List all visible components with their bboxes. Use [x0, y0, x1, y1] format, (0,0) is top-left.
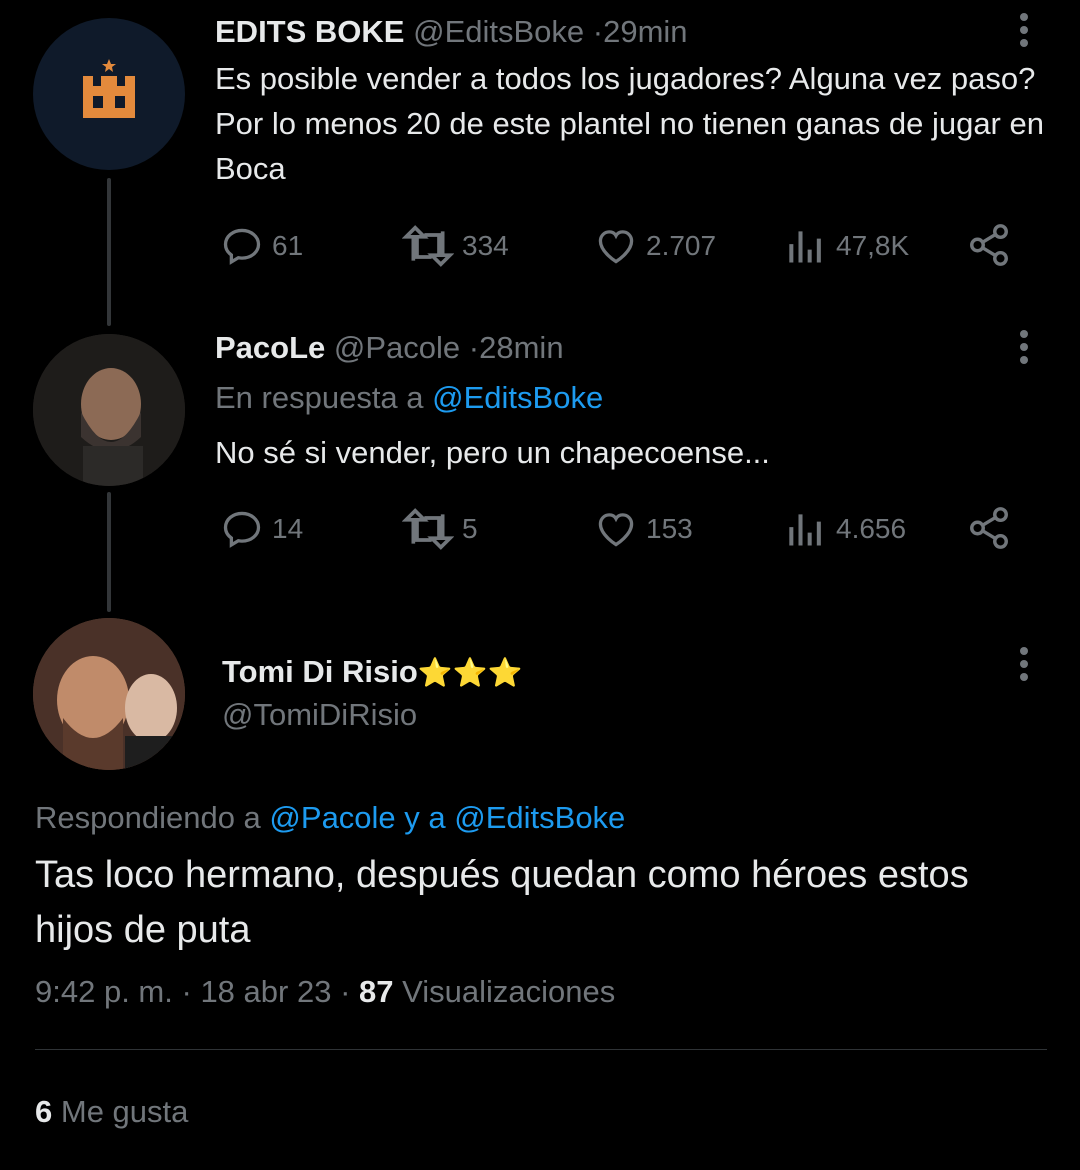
- tomidirisio-photo-icon: [33, 618, 185, 770]
- main-tweet-likes-label: Me gusta: [60, 1094, 189, 1129]
- tweet-1-header: EDITS BOKE @EditsBoke ·29min: [215, 14, 688, 50]
- tweet-2-reply-context: En respuesta a @EditsBoke: [215, 380, 603, 416]
- stats-divider: [35, 1049, 1047, 1050]
- main-tweet-views-count: 87: [359, 974, 394, 1009]
- tweet-1-time[interactable]: 29min: [603, 14, 687, 49]
- views-bar-chart-icon: [789, 514, 821, 546]
- thread-line-2: [107, 492, 111, 612]
- tweet-1-retweet-button[interactable]: 334: [402, 224, 509, 268]
- tweet-1-share-button[interactable]: [966, 222, 1020, 268]
- tweet-2-more-icon[interactable]: [1018, 330, 1030, 369]
- main-tweet-time[interactable]: 9:42 p. m.: [35, 974, 173, 1009]
- tweet-2-sep: ·: [468, 330, 480, 365]
- tweet-1-more-icon[interactable]: [1018, 13, 1030, 52]
- tweet-1-view-count: 47,8K: [836, 230, 910, 261]
- main-tweet-date[interactable]: 18 abr 23: [200, 974, 331, 1009]
- tweet-2-retweet-count: 5: [462, 513, 478, 544]
- tweet-2-handle[interactable]: @Pacole: [334, 330, 460, 365]
- main-tweet-reply-prefix: Respondiendo a: [35, 800, 261, 835]
- boca-castle-logo-icon: [83, 59, 135, 118]
- main-tweet-sep-1: ·: [181, 974, 192, 1009]
- main-tweet-meta: 9:42 p. m. · 18 abr 23 · 87 Visualizacio…: [35, 974, 615, 1010]
- tweet-1-reply-count: 61: [272, 230, 304, 261]
- main-tweet-text: Tas loco hermano, después quedan como hé…: [35, 854, 969, 951]
- heart-icon: [598, 513, 634, 547]
- thread-line-1: [107, 178, 111, 326]
- main-tweet-author-name[interactable]: Tomi Di Risio: [222, 654, 418, 689]
- avatar-editsboke[interactable]: [33, 18, 185, 170]
- main-tweet-reply-mentions[interactable]: @Pacole y a @EditsBoke: [269, 800, 625, 835]
- retweet-icon: [402, 225, 454, 267]
- main-tweet-views-label[interactable]: Visualizaciones: [402, 974, 615, 1009]
- main-tweet-author: Tomi Di Risio⭐⭐⭐: [222, 654, 522, 690]
- tweet-2-reply-count: 14: [272, 513, 304, 544]
- tweet-2-time[interactable]: 28min: [479, 330, 563, 365]
- tweet-2-view-count: 4.656: [836, 513, 907, 544]
- reply-icon: [223, 228, 261, 265]
- retweet-icon: [402, 508, 454, 550]
- avatar-pacole[interactable]: [33, 334, 185, 486]
- tweet-1-like-count: 2.707: [646, 230, 717, 261]
- tweet-2-views-button[interactable]: 4.656: [784, 507, 906, 551]
- reply-icon: [223, 511, 261, 548]
- tweet-1-views-button[interactable]: 47,8K: [784, 224, 909, 268]
- tweet-1-like-button[interactable]: 2.707: [594, 224, 716, 268]
- share-icon: [970, 224, 1008, 266]
- main-tweet-sep-2: ·: [340, 974, 351, 1009]
- tweet-2-header: PacoLe @Pacole ·28min: [215, 330, 564, 366]
- main-tweet-likes-count: 6: [35, 1094, 53, 1129]
- tweet-1-author-name[interactable]: EDITS BOKE: [215, 14, 404, 49]
- tweet-2-reply-button[interactable]: 14: [220, 507, 303, 551]
- avatar-tomidirisio[interactable]: [33, 618, 185, 770]
- views-bar-chart-icon: [789, 231, 821, 263]
- heart-icon: [598, 230, 634, 264]
- tweet-2-share-button[interactable]: [966, 505, 1020, 551]
- pacole-photo-icon: [33, 334, 185, 486]
- main-tweet-star-badges: ⭐⭐⭐: [417, 657, 523, 688]
- tweet-1-reply-button[interactable]: 61: [220, 224, 303, 268]
- tweet-1-sep: ·: [592, 14, 604, 49]
- main-tweet-likes[interactable]: 6 Me gusta: [35, 1094, 188, 1130]
- tweet-2-author-name[interactable]: PacoLe: [215, 330, 325, 365]
- tweet-1-retweet-count: 334: [462, 230, 509, 261]
- tweet-2-reply-mention[interactable]: @EditsBoke: [432, 380, 603, 415]
- tweet-2-reply-prefix: En respuesta a: [215, 380, 424, 415]
- tweet-2-like-button[interactable]: 153: [594, 507, 693, 551]
- tweet-2-retweet-button[interactable]: 5: [402, 507, 478, 551]
- tweet-2-text: No sé si vender, pero un chapecoense...: [215, 435, 770, 470]
- tweet-2-like-count: 153: [646, 513, 693, 544]
- main-tweet-more-icon[interactable]: [1018, 647, 1030, 686]
- tweet-1-handle[interactable]: @EditsBoke: [413, 14, 584, 49]
- main-tweet-reply-context: Respondiendo a @Pacole y a @EditsBoke: [35, 800, 625, 836]
- tweet-1-text: Es posible vender a todos los jugadores?…: [215, 61, 1044, 186]
- main-tweet-handle[interactable]: @TomiDiRisio: [222, 697, 417, 733]
- share-icon: [970, 507, 1008, 549]
